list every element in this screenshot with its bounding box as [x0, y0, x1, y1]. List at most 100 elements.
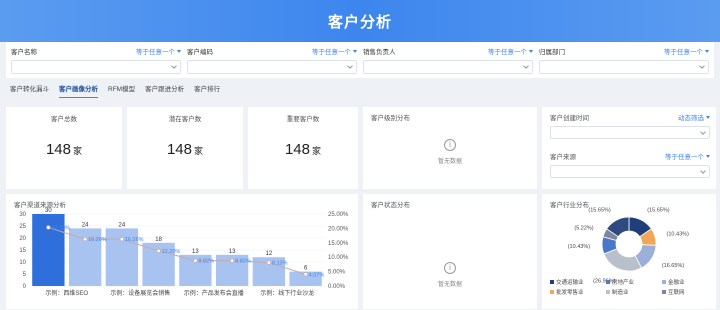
tab-bar: 客户转化漏斗 客户画像分析 RFM模型 客户跟进分析 客户排行 — [6, 78, 714, 98]
filter-select[interactable] — [187, 60, 357, 74]
y-tick-label: 25 — [19, 224, 26, 230]
bar-value-label: 12 — [266, 251, 273, 257]
channel-source-chart-card: 客户渠道来源分析 0 5 10 15 20 25 30 0.00% 5.00% 10.00% 15.… — [6, 194, 358, 309]
kpi-title: 重要客户数 — [286, 116, 320, 123]
filter-label: 客户名称 — [11, 49, 37, 56]
y2-tick-label: 0.00% — [328, 284, 346, 290]
panel-title: 客户级别分布 — [371, 115, 410, 122]
y2-tick-label: 10.00% — [328, 255, 349, 261]
kpi-important-customers: 重要客户数 148 家 — [248, 107, 358, 189]
x-tick-label: 示例：西维SEO — [45, 289, 88, 297]
source-select[interactable] — [550, 165, 710, 178]
filter-operator-dropdown[interactable]: 等于任意一个 — [312, 46, 357, 56]
chevron-down-icon — [347, 63, 353, 69]
tab-ranking[interactable]: 客户排行 — [194, 79, 220, 97]
caret-down-icon — [177, 49, 181, 53]
line-point — [119, 236, 125, 242]
legend-swatch — [662, 280, 666, 284]
tab-follow-up[interactable]: 客户跟进分析 — [145, 79, 184, 97]
filter-label: 客户创建时间 — [550, 115, 589, 122]
line-value-label: 8.13% — [272, 261, 288, 267]
line-point — [193, 258, 198, 263]
kpi-value: 148 家 — [45, 141, 83, 158]
kpi-title: 潜在客户数 — [168, 116, 202, 123]
filter-label: 归属部门 — [539, 49, 565, 56]
slice-label: (15.65%) — [588, 208, 610, 214]
filter-operator-dropdown[interactable]: 动态筛选 — [678, 112, 710, 122]
y2-tick-label: 20.00% — [328, 226, 349, 232]
tab-rfm-model[interactable]: RFM模型 — [108, 79, 135, 97]
line-value-label: 16.26% — [88, 237, 107, 243]
filter-operator-dropdown[interactable]: 等于任意一个 — [488, 46, 533, 56]
bar-value-label: 24 — [82, 222, 89, 228]
date-range-select[interactable] — [550, 126, 710, 139]
kpi-value: 148 家 — [166, 141, 204, 158]
y2-tick-label: 25.00% — [328, 212, 349, 218]
industry-pie-chart: (15.65%)(10.43%)(16.65%)(26.96%)(10.43%)… — [550, 208, 689, 296]
filter-sales-owner: 销售负责人 等于任意一个 — [363, 46, 533, 74]
industry-distribution-card: 客户行业分布 (15.65%) (10.43%) (16.65%) (26.96%)(… — [542, 194, 716, 309]
empty-state: i 暂无数据 — [363, 262, 537, 288]
line-point — [46, 225, 51, 230]
kpi-total-customers: 客户总数 148 家 — [6, 107, 122, 189]
y-tick-label: 15 — [19, 248, 26, 254]
chevron-down-icon — [700, 128, 706, 135]
filter-select[interactable] — [11, 60, 181, 74]
line-value-label: 8.82% — [235, 259, 251, 265]
x-tick-label: 示例：线下行业沙龙 — [260, 289, 314, 297]
slice-label: (10.43%) — [667, 231, 689, 237]
y-tick-label: 10 — [19, 260, 26, 266]
tab-customer-profile[interactable]: 客户画像分析 — [59, 79, 98, 98]
line-point — [229, 258, 235, 263]
filter-label: 客户来源 — [550, 154, 576, 161]
filter-operator-dropdown[interactable]: 等于任意一个 — [665, 151, 710, 161]
caret-down-icon — [353, 49, 357, 53]
legend-label: 互联网 — [668, 288, 685, 296]
filter-operator-dropdown[interactable]: 等于任意一个 — [664, 46, 709, 56]
slice-label: (10.43%) — [568, 244, 590, 250]
right-filter-panel: 客户创建时间 动态筛选 客户来源 等于任意一个 — [542, 107, 716, 189]
chevron-down-icon — [699, 63, 705, 69]
filter-select[interactable] — [363, 60, 533, 74]
y-tick-label: 20 — [19, 236, 26, 242]
filter-label: 客户编码 — [187, 49, 213, 56]
y2-tick-label: 15.00% — [328, 241, 349, 247]
empty-state: i 暂无数据 — [363, 139, 537, 165]
slice-label: (16.65%) — [662, 263, 684, 269]
tab-conversion-funnel[interactable]: 客户转化漏斗 — [10, 79, 49, 97]
bar-value-label: 13 — [192, 249, 199, 255]
panel-title: 客户状态分布 — [371, 202, 410, 209]
filter-department: 归属部门 等于任意一个 — [539, 46, 709, 74]
kpi-value: 148 家 — [284, 141, 322, 158]
info-icon: i — [444, 262, 456, 274]
customer-level-panel: 客户级别分布 i 暂无数据 — [363, 107, 537, 189]
legend-swatch — [606, 280, 610, 284]
line-value-label: 16.26% — [125, 237, 144, 243]
chevron-down-icon — [523, 63, 529, 69]
slice-label: (5.22%) — [574, 226, 593, 232]
legend-label: 交通运输业 — [556, 278, 584, 286]
chevron-down-icon — [700, 167, 706, 174]
kpi-title: 客户总数 — [51, 116, 77, 123]
y2-tick-label: 5.00% — [328, 270, 346, 276]
x-tick-label: 示例：设备展览会销售 — [110, 289, 170, 297]
bar-value-label: 13 — [229, 249, 236, 255]
legend-swatch — [662, 290, 666, 294]
empty-text: 暂无数据 — [437, 159, 462, 165]
filter-label: 销售负责人 — [363, 49, 396, 56]
line-point — [303, 272, 308, 277]
y-tick-label: 30 — [19, 212, 26, 218]
slice-label: (15.65%) — [647, 208, 669, 214]
empty-text: 暂无数据 — [437, 282, 462, 288]
bar-value-label: 18 — [155, 237, 162, 243]
page-title: 客户分析 — [327, 13, 392, 31]
filter-select[interactable] — [539, 60, 709, 74]
y-tick-label: 5 — [23, 272, 27, 278]
filter-customer-code: 客户编码 等于任意一个 — [187, 46, 357, 74]
channel-source-chart: 0 5 10 15 20 25 30 0.00% 5.00% 10.00% 15.00% 20.00%… — [19, 208, 349, 297]
line-point — [266, 260, 272, 265]
filter-operator-dropdown[interactable]: 等于任意一个 — [136, 46, 181, 56]
customer-status-panel: 客户状态分布 i 暂无数据 — [363, 194, 537, 309]
line-point — [82, 236, 88, 242]
kpi-potential-customers: 潜在客户数 148 家 — [127, 107, 243, 189]
